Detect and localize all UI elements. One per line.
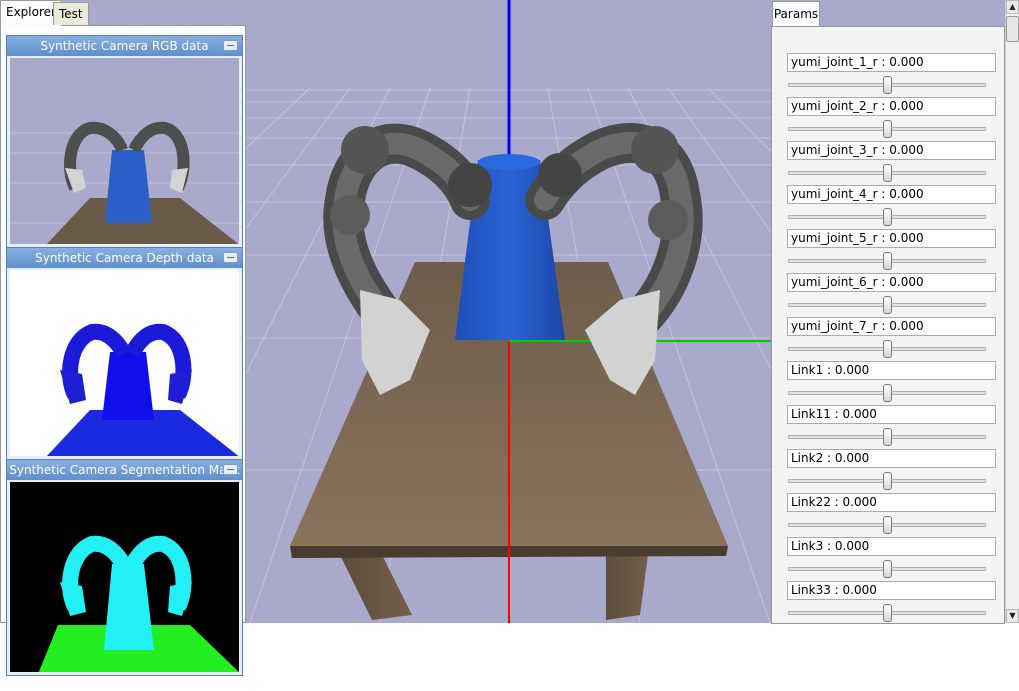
param-value-field[interactable]: Link2 : 0.000 (787, 449, 996, 468)
segmentation-camera-title-bar[interactable]: Synthetic Camera Segmentation Mask (7, 460, 242, 480)
param-row: Link1 : 0.000 (787, 361, 997, 405)
explorer-tabbar: Explorer Test (0, 0, 246, 26)
param-slider-thumb[interactable] (883, 604, 892, 622)
param-row: yumi_joint_1_r : 0.000 (787, 53, 997, 97)
param-value-field[interactable]: Link22 : 0.000 (787, 493, 996, 512)
param-row: Link22 : 0.000 (787, 493, 997, 537)
rgb-camera-title-bar[interactable]: Synthetic Camera RGB data (7, 36, 242, 56)
depth-camera-title-bar[interactable]: Synthetic Camera Depth data (7, 248, 242, 268)
param-slider-thumb[interactable] (883, 384, 892, 402)
param-slider-thumb[interactable] (883, 560, 892, 578)
scroll-down-arrow-icon[interactable]: ▼ (1006, 609, 1019, 623)
param-slider-thumb[interactable] (883, 164, 892, 182)
param-slider-thumb[interactable] (883, 120, 892, 138)
param-slider-thumb[interactable] (883, 252, 892, 270)
rgb-camera-title: Synthetic Camera RGB data (40, 39, 209, 53)
minimize-icon[interactable] (223, 40, 238, 51)
rgb-camera-window[interactable]: Synthetic Camera RGB data (6, 35, 243, 248)
tab-params[interactable]: Params (772, 1, 820, 26)
param-value-field[interactable]: Link1 : 0.000 (787, 361, 996, 380)
param-value-field[interactable]: Link11 : 0.000 (787, 405, 996, 424)
param-value-field[interactable]: yumi_joint_3_r : 0.000 (787, 141, 996, 160)
param-row: Link2 : 0.000 (787, 449, 997, 493)
params-scrollbar[interactable]: ▲ ▼ (1005, 0, 1019, 623)
depth-camera-title: Synthetic Camera Depth data (35, 251, 214, 265)
scrollbar-thumb[interactable] (1006, 16, 1019, 42)
param-value-field[interactable]: yumi_joint_6_r : 0.000 (787, 273, 996, 292)
param-slider-thumb[interactable] (883, 516, 892, 534)
param-row: yumi_joint_6_r : 0.000 (787, 273, 997, 317)
segmentation-camera-image (10, 482, 239, 672)
params-panel: yumi_joint_1_r : 0.000 yumi_joint_2_r : 0… (771, 26, 1005, 624)
param-slider-thumb[interactable] (883, 472, 892, 490)
param-row: Link3 : 0.000 (787, 537, 997, 581)
param-slider-thumb[interactable] (883, 296, 892, 314)
param-value-field[interactable]: yumi_joint_1_r : 0.000 (787, 53, 996, 72)
depth-camera-image (10, 270, 239, 456)
param-value-field[interactable]: Link33 : 0.000 (787, 581, 996, 600)
tab-test[interactable]: Test (53, 2, 89, 25)
rgb-camera-image (10, 58, 239, 244)
param-slider-thumb[interactable] (883, 76, 892, 94)
param-slider-thumb[interactable] (883, 340, 892, 358)
param-row: yumi_joint_3_r : 0.000 (787, 141, 997, 185)
scroll-up-arrow-icon[interactable]: ▲ (1006, 0, 1019, 14)
param-slider-thumb[interactable] (883, 208, 892, 226)
param-row: yumi_joint_4_r : 0.000 (787, 185, 997, 229)
param-value-field[interactable]: yumi_joint_7_r : 0.000 (787, 317, 996, 336)
param-row: yumi_joint_2_r : 0.000 (787, 97, 997, 141)
segmentation-camera-window[interactable]: Synthetic Camera Segmentation Mask (6, 459, 243, 676)
param-slider-thumb[interactable] (883, 428, 892, 446)
param-row: yumi_joint_7_r : 0.000 (787, 317, 997, 361)
depth-camera-window[interactable]: Synthetic Camera Depth data (6, 247, 243, 460)
param-value-field[interactable]: yumi_joint_2_r : 0.000 (787, 97, 996, 116)
param-value-field[interactable]: yumi_joint_5_r : 0.000 (787, 229, 996, 248)
param-row: Link33 : 0.000 (787, 581, 997, 623)
segmentation-camera-title: Synthetic Camera Segmentation Mask (9, 463, 240, 477)
minimize-icon[interactable] (223, 464, 238, 475)
param-value-field[interactable]: yumi_joint_4_r : 0.000 (787, 185, 996, 204)
param-row: Link11 : 0.000 (787, 405, 997, 449)
param-value-field[interactable]: Link3 : 0.000 (787, 537, 996, 556)
param-row: yumi_joint_5_r : 0.000 (787, 229, 997, 273)
minimize-icon[interactable] (223, 252, 238, 263)
